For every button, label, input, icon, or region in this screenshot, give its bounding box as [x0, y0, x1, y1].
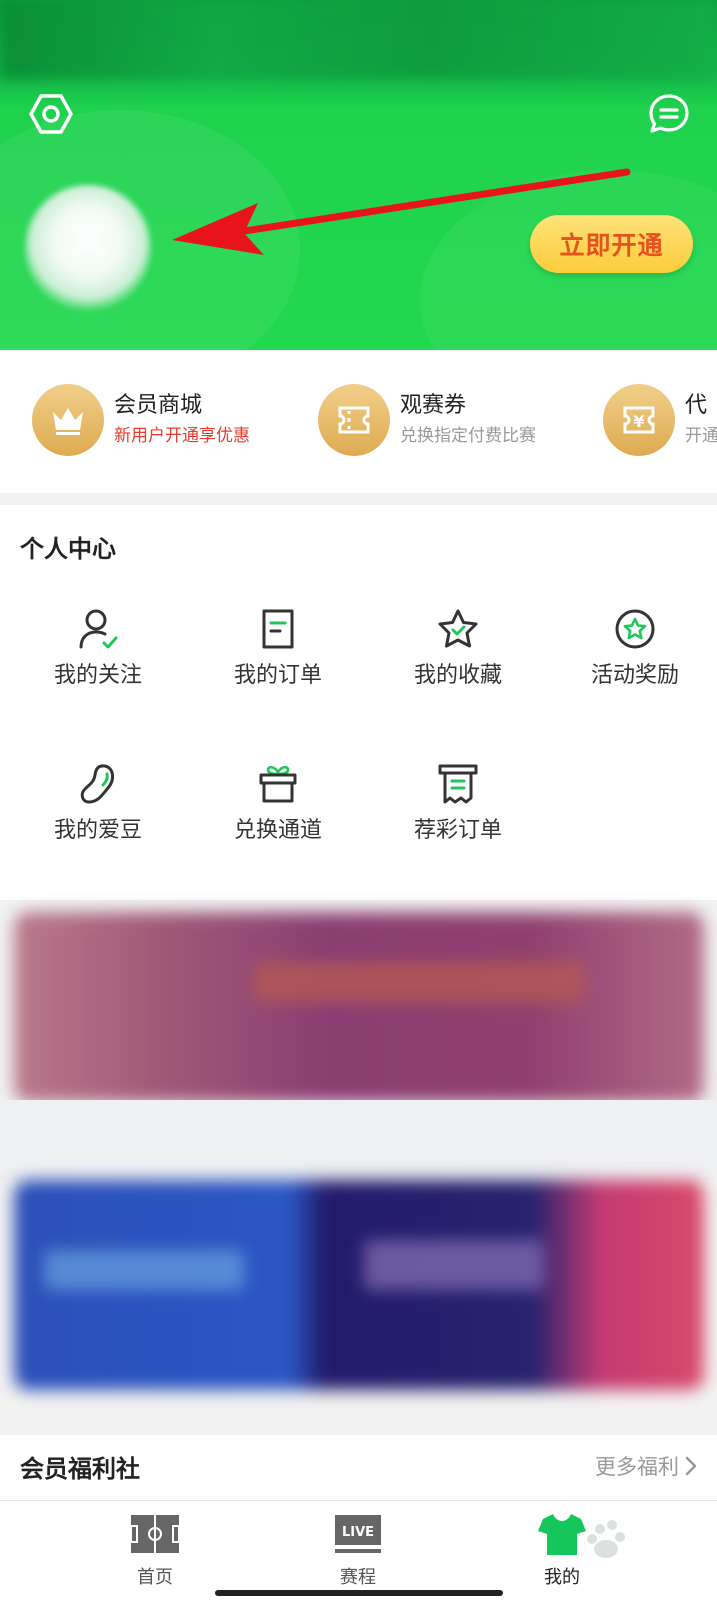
personal-center-section: 个人中心 我的关注 我的订单 我的收藏 活动奖励 我的爱豆 兑换通道 荐彩订单: [0, 505, 717, 900]
yuan-coupon-icon: ¥: [623, 406, 655, 434]
pitch-icon: [130, 1515, 180, 1553]
divider: [0, 1100, 717, 1180]
page: 立即开通 会员商城 新用户开通享优惠 观赛券 兑换指定付费比赛 ¥ 代 开通 个…: [0, 0, 717, 1600]
watermark-logo: [587, 1520, 625, 1558]
tab-label: 首页: [137, 1567, 173, 1588]
grid-item-follow[interactable]: 我的关注: [8, 605, 188, 691]
ticket-icon: [338, 406, 370, 434]
member-mall-subtitle: 新用户开通享优惠: [114, 426, 250, 446]
receipt-icon: [438, 764, 478, 804]
coupon-title: 代: [685, 393, 708, 418]
promo-banner[interactable]: [14, 912, 704, 1102]
home-indicator[interactable]: [215, 1590, 503, 1596]
order-icon: [262, 609, 294, 649]
grid-label: 我的爱豆: [53, 818, 142, 843]
grid-label: 我的收藏: [413, 663, 502, 688]
tab-label: 赛程: [340, 1567, 376, 1588]
live-icon: LIVE: [335, 1515, 381, 1553]
more-welfare-label: 更多福利: [595, 1455, 679, 1479]
chevron-right-icon: [685, 1456, 697, 1476]
grid-label: 兑换通道: [233, 818, 322, 843]
grid-item-favorites[interactable]: 我的收藏: [368, 605, 548, 691]
open-membership-button[interactable]: 立即开通: [530, 215, 693, 273]
bean-icon: [80, 764, 114, 804]
message-icon: [649, 94, 689, 133]
settings-icon: [29, 94, 73, 134]
svg-text:LIVE: LIVE: [342, 1525, 374, 1540]
grid-label: 荐彩订单: [413, 818, 502, 843]
grid-item-idol[interactable]: 我的爱豆: [8, 760, 188, 846]
message-button[interactable]: [645, 90, 693, 138]
member-welfare-section: 会员福利社 更多福利: [0, 1435, 717, 1505]
grid-item-orders[interactable]: 我的订单: [188, 605, 368, 691]
section-title: 个人中心: [20, 535, 116, 563]
badge-star-icon: [615, 609, 655, 649]
gift-icon: [259, 765, 297, 803]
ticket-subtitle: 兑换指定付费比赛: [400, 426, 536, 446]
more-welfare-link[interactable]: 更多福利: [595, 1451, 699, 1481]
grid-item-exchange[interactable]: 兑换通道: [188, 760, 368, 846]
promo-banner[interactable]: [14, 1180, 704, 1390]
tab-home[interactable]: 首页: [95, 1509, 215, 1589]
grid-item-lottery-orders[interactable]: 荐彩订单: [368, 760, 548, 846]
grid-label: 活动奖励: [590, 663, 679, 688]
settings-button[interactable]: [27, 90, 75, 138]
user-check-icon: [79, 609, 118, 649]
member-mall-item[interactable]: 会员商城 新用户开通享优惠: [32, 380, 250, 460]
ticket-item[interactable]: 观赛券 兑换指定付费比赛: [318, 380, 536, 460]
crown-icon: [53, 408, 83, 435]
status-bar-blurred: [0, 0, 717, 80]
tab-schedule[interactable]: LIVE 赛程: [298, 1509, 418, 1589]
grid-label: 我的订单: [233, 663, 322, 688]
grid-item-rewards[interactable]: 活动奖励: [545, 605, 717, 691]
member-mall-title: 会员商城: [114, 393, 203, 418]
svg-text:¥: ¥: [633, 412, 644, 431]
grid-label: 我的关注: [53, 663, 142, 688]
ticket-title: 观赛券: [400, 393, 467, 418]
member-header: 立即开通: [0, 0, 717, 350]
coupon-item[interactable]: ¥ 代 开通: [603, 380, 717, 460]
welfare-title: 会员福利社: [20, 1455, 140, 1483]
coupon-subtitle: 开通: [685, 426, 717, 446]
member-benefits-strip: 会员商城 新用户开通享优惠 观赛券 兑换指定付费比赛 ¥ 代 开通: [0, 350, 717, 493]
star-icon: [438, 609, 478, 648]
avatar[interactable]: [25, 185, 151, 311]
